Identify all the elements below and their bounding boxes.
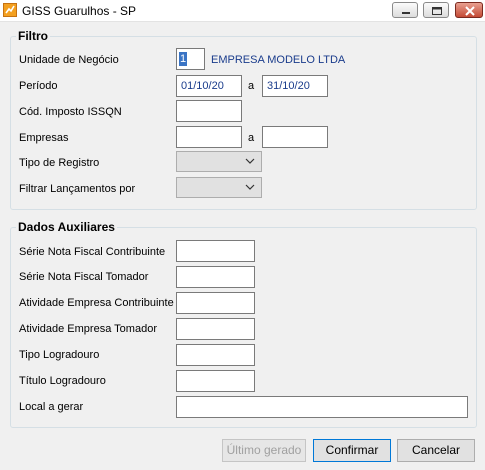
empresas-end-input[interactable] [262,126,328,148]
maximize-button[interactable] [423,2,449,18]
titulo-logradouro-input[interactable] [176,370,255,392]
ativ-contrib-label: Atividade Empresa Contribuinte [19,297,174,309]
unidade-code-input[interactable]: 1 [176,48,205,70]
filtrar-select[interactable] [176,177,262,198]
periodo-end-input[interactable]: 31/10/20 [262,75,328,97]
chevron-down-icon [245,158,255,164]
tipo-logradouro-label: Tipo Logradouro [19,349,100,361]
empresas-label: Empresas [19,132,69,144]
close-icon [465,6,475,16]
local-gerar-label: Local a gerar [19,401,84,413]
chevron-down-icon [245,184,255,190]
title-bar[interactable]: GISS Guarulhos - SP [0,0,485,22]
local-gerar-input[interactable] [176,396,468,418]
ativ-contrib-input[interactable] [176,292,255,314]
serie-contrib-input[interactable] [176,240,255,262]
unidade-label: Unidade de Negócio [19,54,119,66]
unidade-code-value: 1 [179,52,187,66]
empresas-sep: a [248,132,255,144]
ativ-tomador-label: Atividade Empresa Tomador [19,323,157,335]
tipo-registro-label: Tipo de Registro [19,157,100,169]
cod-imposto-input[interactable] [176,100,242,122]
cancelar-button[interactable]: Cancelar [397,439,475,462]
minimize-icon [402,12,410,14]
empresas-start-input[interactable] [176,126,242,148]
ativ-tomador-input[interactable] [176,318,255,340]
periodo-start-input[interactable]: 01/10/20 [176,75,242,97]
filtrar-label: Filtrar Lançamentos por [19,183,136,195]
unidade-name: EMPRESA MODELO LTDA [211,54,346,66]
maximize-icon [432,7,442,15]
serie-contrib-label: Série Nota Fiscal Contribuinte [19,246,166,258]
window-title: GISS Guarulhos - SP [22,4,137,18]
periodo-label: Período [19,80,58,92]
close-button[interactable] [455,2,483,18]
titulo-logradouro-label: Título Logradouro [19,375,106,387]
ultimo-gerado-button[interactable]: Último gerado [222,439,306,462]
minimize-button[interactable] [392,2,418,18]
auxiliares-title: Dados Auxiliares [16,220,117,234]
serie-tomador-label: Série Nota Fiscal Tomador [19,271,149,283]
cod-imposto-label: Cód. Imposto ISSQN [19,106,122,118]
periodo-sep: a [248,80,255,92]
giss-app-icon [3,3,17,17]
serie-tomador-input[interactable] [176,266,255,288]
tipo-registro-select[interactable] [176,151,262,172]
confirmar-button[interactable]: Confirmar [313,439,391,462]
filtro-title: Filtro [16,29,50,43]
tipo-logradouro-input[interactable] [176,344,255,366]
